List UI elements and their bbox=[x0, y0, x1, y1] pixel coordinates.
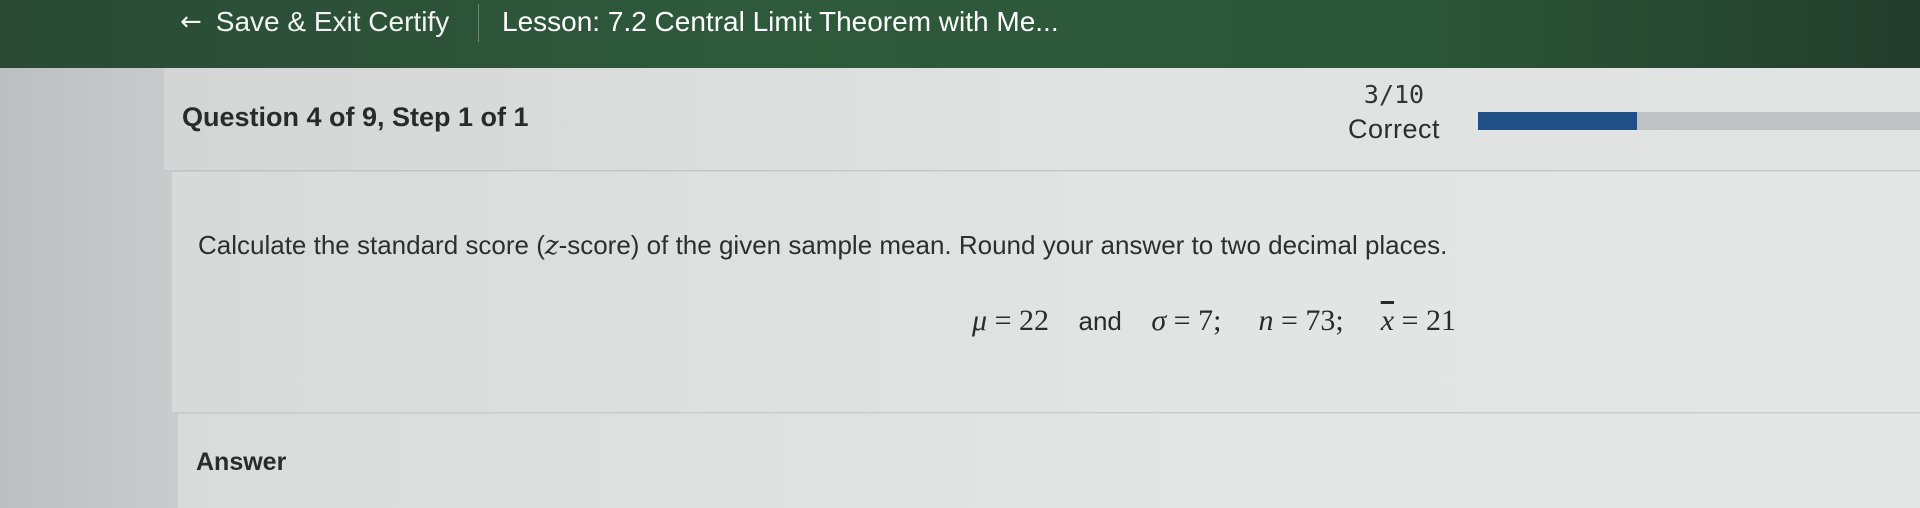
given-values-formula: μ = 22 and σ = 7; n = 73; x = 21 bbox=[972, 304, 1456, 338]
prompt-text-end: -score) of the given sample mean. Round … bbox=[558, 230, 1448, 260]
question-header: Question 4 of 9, Step 1 of 1 3/10 Correc… bbox=[164, 68, 1920, 171]
prompt-text-start: Calculate the standard score ( bbox=[198, 230, 545, 260]
progress-bar bbox=[1478, 112, 1920, 130]
n-value: = 73; bbox=[1280, 304, 1344, 337]
xbar-symbol: x bbox=[1380, 304, 1395, 337]
question-step-label: Question 4 of 9, Step 1 of 1 bbox=[182, 102, 529, 132]
sigma-symbol: σ bbox=[1151, 304, 1167, 337]
question-body: Calculate the standard score (z-score) o… bbox=[172, 172, 1920, 413]
sigma-value: = 7; bbox=[1173, 304, 1222, 337]
score-fraction: 3/10 bbox=[1363, 80, 1425, 109]
score-status: Correct bbox=[1347, 114, 1440, 144]
mu-symbol: μ bbox=[972, 304, 988, 337]
answer-label: Answer bbox=[196, 448, 287, 476]
save-exit-label: Save & Exit Certify bbox=[215, 6, 450, 37]
save-exit-link[interactable]: ← Save & Exit Certify bbox=[180, 4, 449, 40]
top-nav-bar: ← Save & Exit Certify Lesson: 7.2 Centra… bbox=[0, 0, 1920, 68]
n-symbol: n bbox=[1258, 304, 1274, 337]
prompt-variable: z bbox=[544, 231, 559, 261]
page: ← Save & Exit Certify Lesson: 7.2 Centra… bbox=[0, 0, 1920, 508]
question-prompt: Calculate the standard score (z-score) o… bbox=[198, 230, 1447, 261]
progress-bar-fill bbox=[1478, 112, 1638, 130]
mu-value: = 22 bbox=[994, 304, 1049, 337]
lesson-title: Lesson: 7.2 Central Limit Theorem with M… bbox=[502, 6, 1059, 37]
answer-section: Answer bbox=[178, 414, 1920, 508]
back-arrow-icon: ← bbox=[180, 7, 202, 37]
xbar-value: = 21 bbox=[1401, 304, 1456, 337]
and-text: and bbox=[1078, 306, 1122, 336]
nav-divider bbox=[478, 4, 479, 42]
